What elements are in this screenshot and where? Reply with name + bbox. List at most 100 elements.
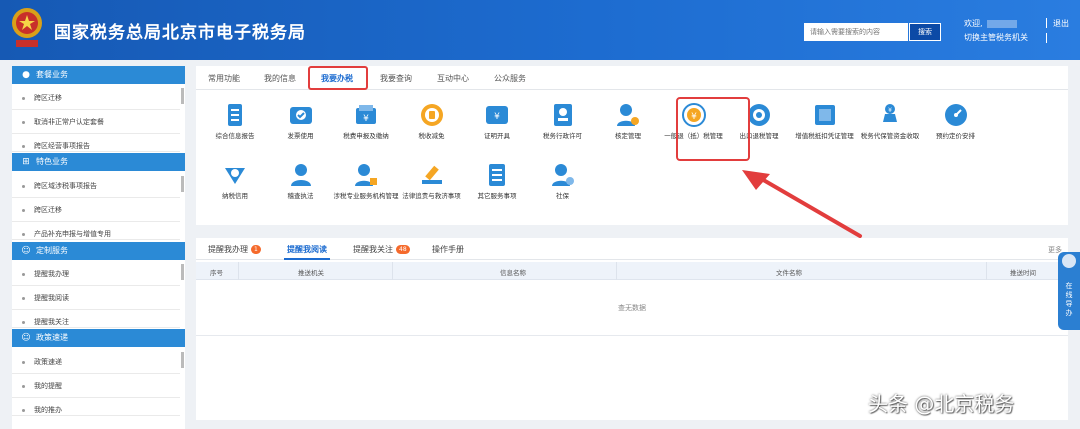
tab-query[interactable]: 我要查询 <box>380 73 412 84</box>
sidebar-item[interactable]: 跨区经营事项报告 <box>12 134 180 152</box>
welcome-text: 欢迎, <box>964 18 1017 29</box>
service-label: 增值税抵扣凭证管理 <box>795 132 854 140</box>
other-service-icon <box>484 162 510 188</box>
site-title: 国家税务总局北京市电子税务局 <box>54 23 306 43</box>
user-name-masked <box>986 19 1017 28</box>
service-label: 核定管理 <box>615 132 641 140</box>
service-item[interactable]: 综合信息报告 <box>200 102 270 141</box>
license-icon <box>550 102 576 128</box>
service-item[interactable]: ¥ 证明开具 <box>462 102 532 141</box>
scrollbar[interactable] <box>181 88 184 104</box>
scrollbar[interactable] <box>181 352 184 368</box>
service-label: 综合信息报告 <box>215 132 255 140</box>
sidebar-item[interactable]: 跨区迁移 <box>12 86 180 110</box>
sidebar-item[interactable]: 提醒我阅读 <box>12 286 180 310</box>
sidebar-section-package[interactable]: ● 套餐业务 <box>12 66 185 84</box>
tab-my-info[interactable]: 我的信息 <box>264 73 296 84</box>
service-item[interactable]: 涉税专业服务机构管理 <box>331 162 401 201</box>
tab-interaction[interactable]: 互动中心 <box>437 73 469 84</box>
active-tab-indicator <box>284 258 330 260</box>
user-icon: ☺ <box>21 333 31 343</box>
service-item[interactable]: 稽查执法 <box>266 162 336 201</box>
service-label: 纳税信用 <box>222 192 248 200</box>
tab-remind-follow[interactable]: 提醒我关注 48 <box>353 244 410 255</box>
top-header: 国家税务总局北京市电子税务局 搜索 欢迎, 切换主管税务机关 退出 <box>0 0 1080 60</box>
sidebar-item[interactable]: 政策速递 <box>12 350 180 374</box>
sidebar-item[interactable]: 产品补充申报与增值专用 <box>12 222 180 240</box>
inspection-icon <box>288 162 314 188</box>
vat-deduct-icon <box>812 102 838 128</box>
sidebar-item[interactable]: 我的提醒 <box>12 374 180 398</box>
service-label: 税务行政许可 <box>543 132 582 140</box>
legal-icon <box>419 162 445 188</box>
sidebar-section-featured[interactable]: ⊞ 特色业务 <box>12 153 185 171</box>
sidebar-section-policy[interactable]: ☺ 政策速递 <box>12 329 185 347</box>
column-header: 推送时间 <box>1010 269 1036 277</box>
count-badge: 1 <box>251 245 261 254</box>
svg-text:¥: ¥ <box>888 107 892 114</box>
column-header: 序号 <box>210 269 223 277</box>
service-label: 其它服务事项 <box>477 192 517 200</box>
pricing-icon <box>943 102 969 128</box>
tab-remind-read[interactable]: 提醒我阅读 <box>287 244 327 255</box>
divider <box>1046 18 1047 28</box>
service-label: 发票使用 <box>287 132 314 140</box>
service-item[interactable]: 核定管理 <box>593 102 663 141</box>
tax-relief-icon <box>419 102 445 128</box>
section-title: 政策速递 <box>36 333 68 342</box>
sidebar-item[interactable]: 取消非正常户认定套餐 <box>12 110 180 134</box>
document-icon <box>222 102 248 128</box>
social-security-icon <box>550 162 576 188</box>
service-label: 涉税专业服务机构管理 <box>333 192 399 200</box>
service-item[interactable]: 法律追责与救济事项 <box>397 162 467 201</box>
tab-common[interactable]: 常用功能 <box>208 73 240 84</box>
grid-icon: ⊞ <box>22 157 30 167</box>
annotation-arrow <box>742 170 862 238</box>
service-item[interactable]: 社保 <box>528 162 598 201</box>
agency-icon <box>353 162 379 188</box>
assistant-avatar-icon <box>1060 252 1078 270</box>
service-item[interactable]: 其它服务事项 <box>462 162 532 201</box>
sidebar-item[interactable]: 跨区域涉税事项报告 <box>12 174 180 198</box>
service-item[interactable]: 纳税信用 <box>200 162 270 201</box>
tab-remind-handle[interactable]: 提醒我办理 1 <box>208 244 261 255</box>
refund-highlight-box <box>676 97 750 161</box>
certificate-icon: ¥ <box>484 102 510 128</box>
search-button[interactable]: 搜索 <box>909 23 941 41</box>
sidebar-item[interactable]: 跨区迁移 <box>12 198 180 222</box>
tab-public-service[interactable]: 公众服务 <box>494 73 526 84</box>
table-header: 序号 推送机关 信息名称 文件名称 推送时间 <box>196 262 1068 280</box>
section-title: 套餐业务 <box>36 70 68 79</box>
empty-state: 查无数据 <box>196 280 1068 336</box>
sidebar-item[interactable]: 提醒我关注 <box>12 310 180 328</box>
logout-link[interactable]: 退出 <box>1053 18 1069 29</box>
service-item[interactable]: 预约定价安排 <box>921 102 991 141</box>
service-item[interactable]: ¥ 税务代保管资金收取 <box>855 102 925 141</box>
section-title: 特色业务 <box>36 157 68 166</box>
verify-icon <box>615 102 641 128</box>
search-input[interactable] <box>804 23 908 41</box>
invoice-icon <box>288 102 314 128</box>
service-item[interactable]: 税收减免 <box>397 102 467 141</box>
tab-manual[interactable]: 操作手册 <box>432 244 464 255</box>
watermark: 头条 @北京税务 <box>868 392 1015 416</box>
section-title: 定制服务 <box>36 246 68 255</box>
tax-payment-icon: ¥ <box>353 102 379 128</box>
service-label: 社保 <box>556 192 569 200</box>
sidebar-item[interactable]: 提醒我办理 <box>12 262 180 286</box>
service-item[interactable]: ¥ 税费申报及缴纳 <box>331 102 401 141</box>
divider <box>1046 33 1047 43</box>
sidebar-section-custom[interactable]: ☺ 定制服务 <box>12 242 185 260</box>
service-item[interactable]: 税务行政许可 <box>528 102 598 141</box>
fund-icon: ¥ <box>877 102 903 128</box>
sidebar-item[interactable]: 我的推办 <box>12 398 180 416</box>
notification-tabs: 提醒我办理 1 提醒我阅读 提醒我关注 48 操作手册 更多 <box>196 238 1068 260</box>
svg-text:¥: ¥ <box>363 114 369 124</box>
service-label: 法律追责与救济事项 <box>402 192 461 200</box>
column-header: 信息名称 <box>500 269 526 277</box>
service-item[interactable]: 增值税抵扣凭证管理 <box>790 102 860 141</box>
scrollbar[interactable] <box>181 176 184 192</box>
scrollbar[interactable] <box>181 264 184 280</box>
service-item[interactable]: 发票使用 <box>266 102 336 141</box>
switch-tax-office-link[interactable]: 切换主管税务机关 <box>964 32 1028 43</box>
